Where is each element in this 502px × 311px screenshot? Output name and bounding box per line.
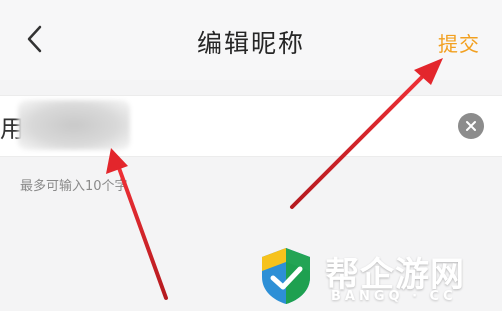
arrow-to-input [106,148,168,300]
page-title: 编辑昵称 [196,29,305,58]
watermark-subtitle: BANGQ · CC [331,289,457,304]
nickname-input[interactable] [0,96,440,156]
shield-logo-icon [262,248,310,304]
watermark: 帮企游网 BANGQ · CC [255,245,495,307]
edit-nickname-screen: 编辑昵称 提交 最多可输入10个字 [0,0,502,311]
watermark-title: 帮企游网 [325,255,465,295]
max-length-hint: 最多可输入10个字 [20,179,128,194]
close-circle-icon [466,121,476,131]
chevron-left-icon [27,25,42,53]
submit-button[interactable]: 提交 [438,28,480,57]
clear-button[interactable] [458,113,484,139]
nickname-input-row [0,95,502,157]
top-bar: 编辑昵称 提交 [0,0,502,80]
back-button[interactable] [18,20,52,58]
